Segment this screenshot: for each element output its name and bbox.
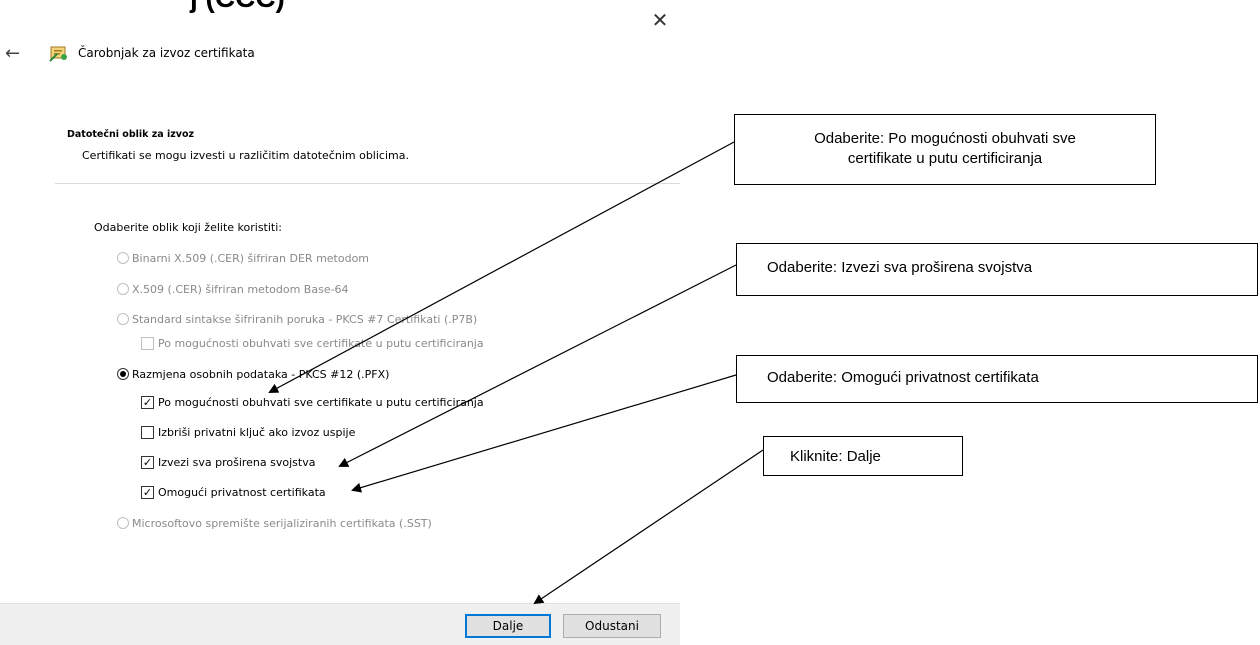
annotation-arrows bbox=[268, 141, 764, 605]
arrow-to-next-button bbox=[533, 449, 764, 605]
arrow-to-include-all bbox=[268, 141, 735, 393]
arrow-to-extended-properties bbox=[338, 264, 737, 467]
arrow-to-privacy bbox=[351, 374, 737, 493]
